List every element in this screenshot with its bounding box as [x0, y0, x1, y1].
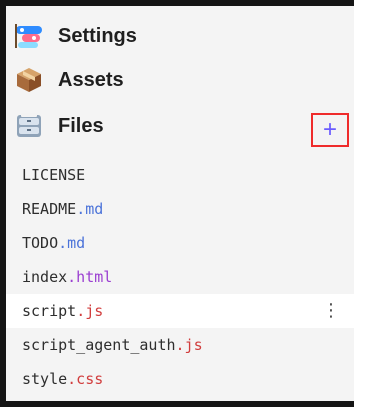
file-item-style[interactable]: style .css — [6, 362, 354, 396]
file-ext: .css — [67, 370, 104, 388]
package-icon — [12, 63, 46, 97]
file-item-script[interactable]: script .js ⋮ — [6, 294, 356, 328]
content-edge — [354, 0, 366, 407]
file-item-readme[interactable]: README .md — [6, 192, 354, 226]
file-ext: .html — [67, 268, 113, 286]
file-name: style — [22, 370, 68, 388]
section-settings[interactable]: Settings — [6, 16, 354, 56]
files-label: Files — [58, 115, 104, 137]
file-name: script — [22, 302, 77, 320]
file-ext: .md — [76, 200, 104, 218]
file-name: README — [22, 200, 77, 218]
section-files[interactable]: Files — [6, 106, 354, 146]
section-assets[interactable]: Assets — [6, 60, 354, 100]
add-file-button[interactable]: + — [311, 113, 349, 147]
file-item-license[interactable]: LICENSE — [6, 158, 354, 192]
more-options-icon[interactable]: ⋮ — [322, 302, 340, 320]
file-ext: .js — [76, 302, 104, 320]
file-cabinet-icon — [12, 109, 46, 143]
file-name: TODO — [22, 234, 59, 252]
file-item-script-agent-auth[interactable]: script_agent_auth .js — [6, 328, 354, 362]
file-name: LICENSE — [22, 166, 86, 184]
file-list: LICENSE README .md TODO .md index .html scr… — [6, 158, 356, 396]
assets-label: Assets — [58, 69, 124, 91]
file-name: index — [22, 268, 68, 286]
file-ext: .js — [175, 336, 203, 354]
file-ext: .md — [58, 234, 86, 252]
file-item-todo[interactable]: TODO .md — [6, 226, 354, 260]
settings-label: Settings — [58, 25, 137, 47]
settings-fish-icon — [12, 19, 46, 53]
file-name: script_agent_auth — [22, 336, 176, 354]
file-item-index[interactable]: index .html — [6, 260, 354, 294]
